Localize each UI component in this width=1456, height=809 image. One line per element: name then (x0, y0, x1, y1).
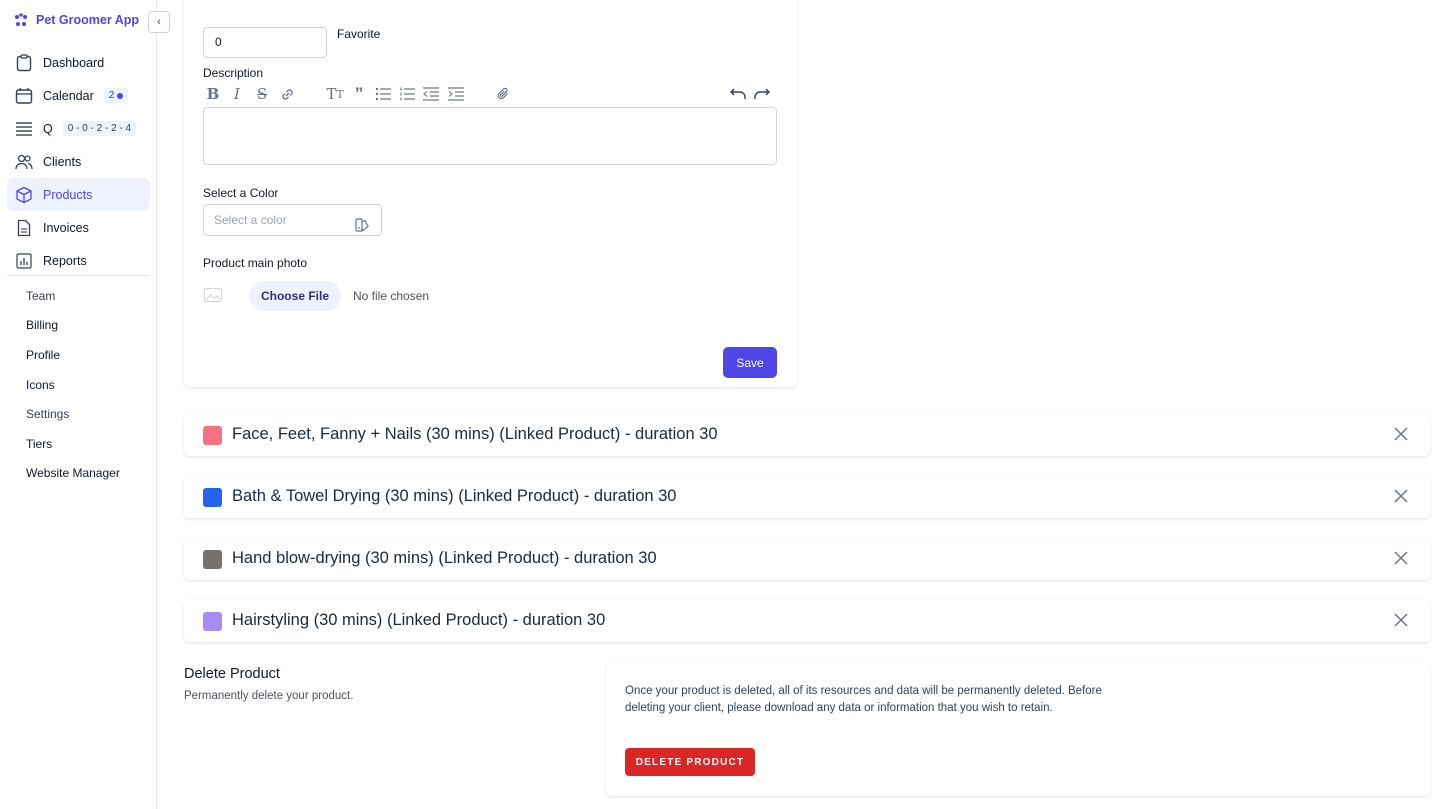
nav-item-queue[interactable]: Q 0 - 0 - 2 - 2 - 4 (7, 112, 150, 145)
linked-product-row: Hand blow-drying (30 mins) (Linked Produ… (184, 538, 1430, 580)
delete-warning-text: Once your product is deleted, all of its… (625, 685, 1102, 714)
subnav-item-billing[interactable]: Billing (26, 311, 120, 341)
bullet-list-icon[interactable] (374, 84, 392, 104)
clipboard-icon (15, 53, 33, 72)
photo-label: Product main photo (203, 256, 308, 270)
favorite-label: Favorite (337, 27, 381, 41)
nav-item-dashboard[interactable]: Dashboard (7, 46, 150, 79)
description-editor[interactable] (203, 107, 777, 165)
linked-product-row: Face, Feet, Fanny + Nails (30 mins) (Lin… (184, 414, 1430, 456)
color-swatch (203, 612, 222, 631)
subnav-item-settings[interactable]: Settings (26, 399, 120, 429)
sidebar-collapse-button[interactable]: ‹ (148, 11, 170, 33)
nav-divider (7, 275, 150, 276)
undo-icon[interactable] (729, 84, 747, 104)
choose-file-button[interactable]: Choose File (249, 281, 341, 311)
color-placeholder: Select a color (214, 213, 287, 227)
delete-section-title: Delete Product (184, 666, 280, 682)
paw-icon (15, 13, 27, 26)
color-label: Select a Color (203, 186, 279, 200)
italic-icon[interactable]: I (229, 84, 245, 104)
calendar-icon (15, 87, 33, 105)
linked-product-row: Hairstyling (30 mins) (Linked Product) -… (184, 600, 1430, 642)
linked-product-title: Hairstyling (30 mins) (Linked Product) -… (232, 611, 606, 629)
subnav-item-website-manager[interactable]: Website Manager (26, 459, 120, 489)
remove-linked-product-button[interactable] (1394, 613, 1408, 632)
queue-icon (15, 120, 33, 138)
subnav-item-icons[interactable]: Icons (26, 370, 120, 400)
color-swatch (203, 426, 222, 445)
nav-item-reports[interactable]: Reports (7, 244, 150, 277)
nav-item-clients[interactable]: Clients (7, 145, 150, 178)
file-status-text: No file chosen (353, 289, 430, 303)
nav-label: Calendar (43, 88, 94, 103)
nav-label: Q (43, 121, 53, 136)
quote-icon[interactable]: ” (351, 84, 367, 104)
color-swatch-icon (355, 213, 369, 243)
delete-product-card: Once your product is deleted, all of its… (606, 663, 1430, 796)
linked-product-title: Face, Feet, Fanny + Nails (30 mins) (Lin… (232, 425, 718, 443)
nav-label: Products (43, 187, 93, 202)
subnav-item-profile[interactable]: Profile (26, 340, 120, 370)
bold-icon[interactable]: B (205, 84, 221, 104)
cube-icon (15, 186, 33, 204)
subnav-item-tiers[interactable]: Tiers (26, 429, 120, 459)
save-button[interactable]: Save (723, 347, 777, 378)
document-icon (15, 219, 33, 237)
image-placeholder-icon (204, 288, 222, 307)
nav-item-invoices[interactable]: Invoices (7, 211, 150, 244)
remove-linked-product-button[interactable] (1394, 489, 1408, 508)
nav-label: Invoices (43, 220, 89, 235)
nav-label: Clients (43, 154, 82, 169)
close-icon (1394, 613, 1408, 627)
linked-product-row: Bath & Towel Drying (30 mins) (Linked Pr… (184, 476, 1430, 518)
calendar-count-badge: 2 (103, 88, 129, 103)
description-label: Description (203, 66, 264, 80)
outdent-icon[interactable] (422, 84, 440, 104)
app-brand[interactable]: Pet Groomer App (14, 13, 139, 27)
secondary-nav: Team Billing Profile Icons Settings Tier… (26, 281, 120, 488)
linked-product-title: Bath & Towel Drying (30 mins) (Linked Pr… (232, 487, 677, 505)
remove-linked-product-button[interactable] (1394, 551, 1408, 570)
subnav-item-team[interactable]: Team (26, 281, 120, 311)
color-picker-input[interactable]: Select a color (203, 204, 382, 236)
users-icon (15, 153, 33, 171)
nav-label: Dashboard (43, 55, 105, 70)
close-icon (1394, 551, 1408, 565)
delete-section-subtitle: Permanently delete your product. (184, 690, 354, 702)
attachment-icon[interactable] (495, 84, 511, 104)
color-swatch (203, 488, 222, 507)
linked-product-title: Hand blow-drying (30 mins) (Linked Produ… (232, 549, 657, 567)
nav-item-products[interactable]: Products (7, 178, 150, 211)
heading-icon[interactable]: TT (325, 84, 345, 104)
chart-icon (15, 252, 33, 270)
strikethrough-icon[interactable]: S (253, 84, 271, 104)
chevron-left-icon: ‹ (157, 16, 161, 28)
rich-text-toolbar: B I S TT ” (203, 84, 777, 104)
app-title: Pet Groomer App (36, 13, 140, 27)
close-icon (1394, 427, 1408, 441)
sidebar: Pet Groomer App Dashboard Calendar 2 Q 0… (0, 0, 157, 809)
redo-icon[interactable] (753, 84, 771, 104)
queue-counts-badge: 0 - 0 - 2 - 2 - 4 (62, 121, 137, 136)
color-swatch (203, 550, 222, 569)
dot-icon (117, 92, 124, 99)
numbered-list-icon[interactable] (398, 84, 416, 104)
indent-icon[interactable] (447, 84, 465, 104)
nav-item-calendar[interactable]: Calendar 2 (7, 79, 150, 112)
main-nav: Dashboard Calendar 2 Q 0 - 0 - 2 - 2 - 4… (7, 46, 150, 277)
favorite-number-input[interactable]: 0 (203, 27, 327, 58)
nav-label: Reports (43, 253, 87, 268)
close-icon (1394, 489, 1408, 503)
remove-linked-product-button[interactable] (1394, 427, 1408, 446)
delete-product-button[interactable]: DELETE PRODUCT (625, 748, 755, 776)
link-icon[interactable] (278, 84, 296, 104)
